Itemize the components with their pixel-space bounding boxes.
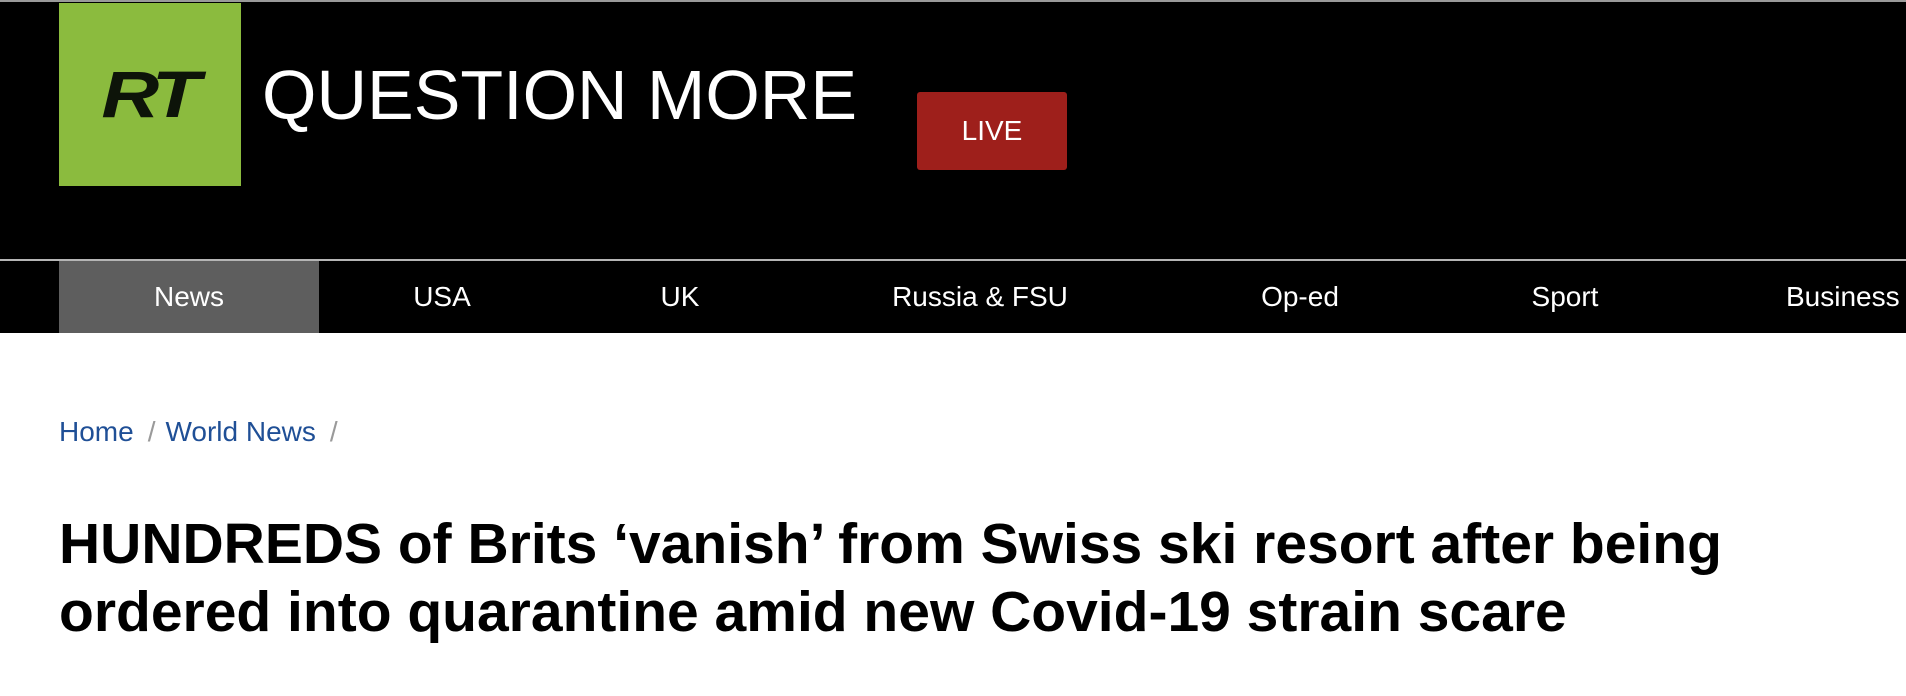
breadcrumb-world-news[interactable]: World News xyxy=(165,416,315,447)
breadcrumb: Home / World News / xyxy=(59,412,348,452)
nav-item-uk[interactable]: UK xyxy=(620,261,740,333)
live-button[interactable]: LIVE xyxy=(917,92,1067,170)
article-headline: HUNDREDS of Brits ‘vanish’ from Swiss sk… xyxy=(59,512,1722,644)
breadcrumb-separator: / xyxy=(147,416,156,447)
tagline: QUESTION MORE xyxy=(262,56,858,134)
nav-item-usa[interactable]: USA xyxy=(372,261,512,333)
breadcrumb-home[interactable]: Home xyxy=(59,416,134,447)
nav-item-russia-fsu[interactable]: Russia & FSU xyxy=(860,261,1100,333)
nav-item-news[interactable]: News xyxy=(59,261,319,333)
rt-logo[interactable]: RT xyxy=(59,3,241,186)
main-nav: News USA UK Russia & FSU Op-ed Sport Bus… xyxy=(0,259,1906,333)
nav-item-sport[interactable]: Sport xyxy=(1500,261,1630,333)
nav-item-op-ed[interactable]: Op-ed xyxy=(1230,261,1370,333)
nav-item-business[interactable]: Business xyxy=(1786,261,1906,333)
site-header: RT QUESTION MORE LIVE xyxy=(0,0,1906,259)
logo-text: RT xyxy=(101,57,200,131)
breadcrumb-separator: / xyxy=(329,416,338,447)
